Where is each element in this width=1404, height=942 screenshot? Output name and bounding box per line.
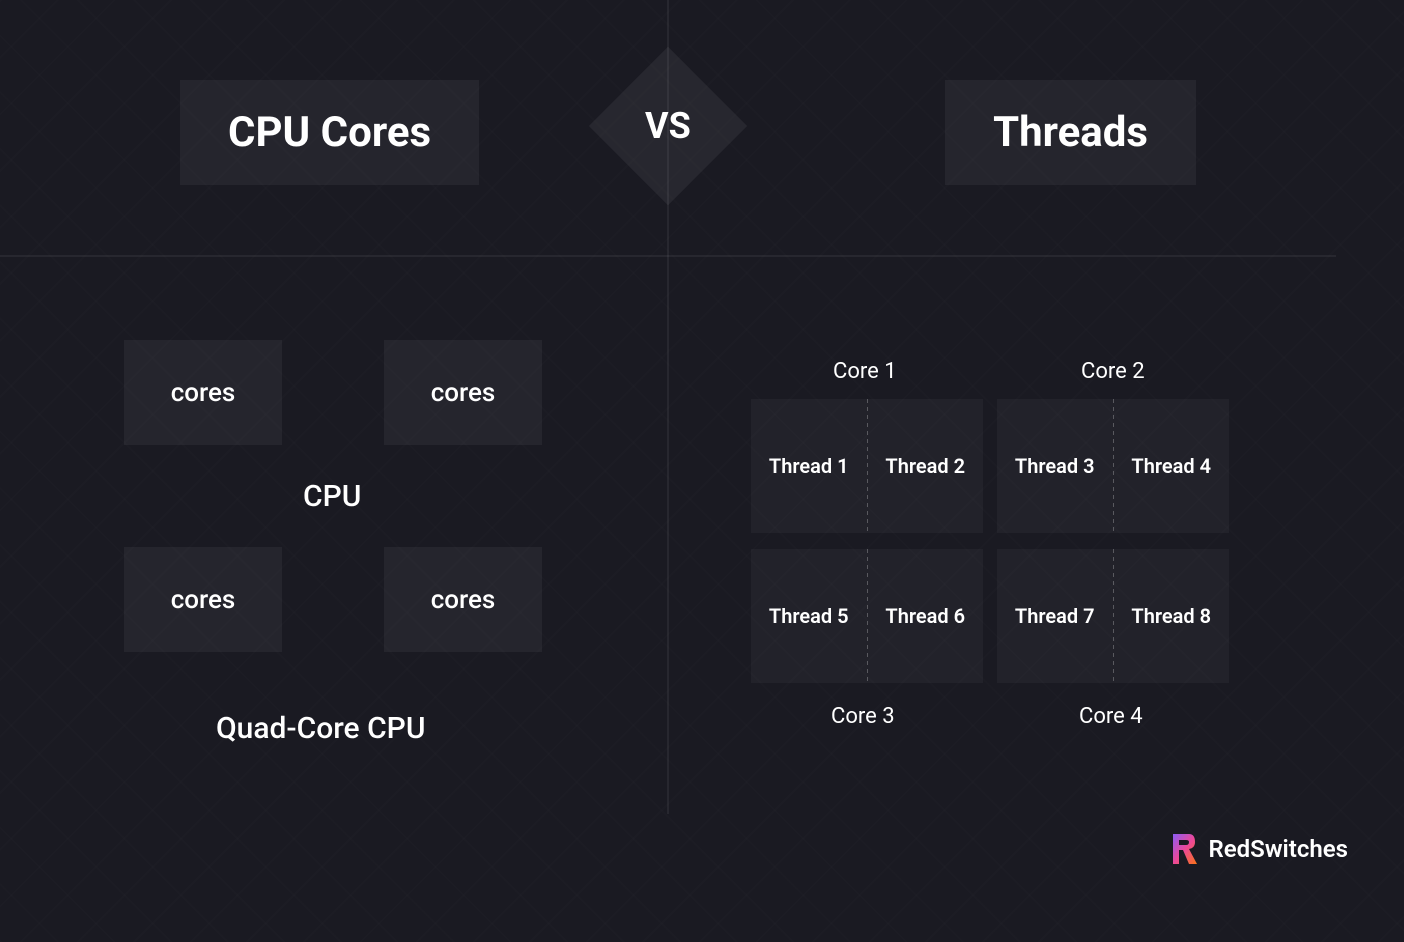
thread-box-4: Thread 4	[1114, 399, 1230, 533]
thread-group-3: Thread 5 Thread 6	[751, 549, 983, 683]
core-box-1: cores	[124, 340, 282, 445]
title-left: CPU Cores	[180, 80, 479, 185]
core-footer-3: Core 3	[831, 704, 895, 729]
header: CPU Cores VS Threads	[0, 0, 1404, 255]
thread-group-2: Thread 3 Thread 4	[997, 399, 1229, 533]
quad-core-caption: Quad-Core CPU	[216, 711, 425, 746]
thread-box-8: Thread 8	[1114, 549, 1230, 683]
title-right: Threads	[945, 80, 1196, 185]
brand-name: RedSwitches	[1209, 835, 1349, 863]
core-box-2: cores	[384, 340, 542, 445]
core-footer-4: Core 4	[1079, 704, 1143, 729]
thread-box-3: Thread 3	[997, 399, 1113, 533]
thread-group-4: Thread 7 Thread 8	[997, 549, 1229, 683]
brand-icon	[1169, 832, 1199, 866]
core-box-3: cores	[124, 547, 282, 652]
brand-logo: RedSwitches	[1169, 832, 1349, 866]
cpu-label: CPU	[303, 479, 361, 514]
right-panel: Core 1 Core 2 Thread 1 Thread 2 Thread 3…	[669, 255, 1336, 814]
vs-diamond: VS	[589, 47, 747, 205]
core-box-4: cores	[384, 547, 542, 652]
thread-box-5: Thread 5	[751, 549, 867, 683]
core-header-1: Core 1	[833, 359, 897, 384]
thread-box-7: Thread 7	[997, 549, 1113, 683]
thread-box-6: Thread 6	[868, 549, 984, 683]
left-panel: cores cores CPU cores cores Quad-Core CP…	[0, 255, 667, 814]
vs-text: VS	[645, 105, 691, 147]
core-header-2: Core 2	[1081, 359, 1145, 384]
thread-group-1: Thread 1 Thread 2	[751, 399, 983, 533]
thread-box-2: Thread 2	[868, 399, 984, 533]
content-area: cores cores CPU cores cores Quad-Core CP…	[0, 255, 1404, 814]
thread-box-1: Thread 1	[751, 399, 867, 533]
